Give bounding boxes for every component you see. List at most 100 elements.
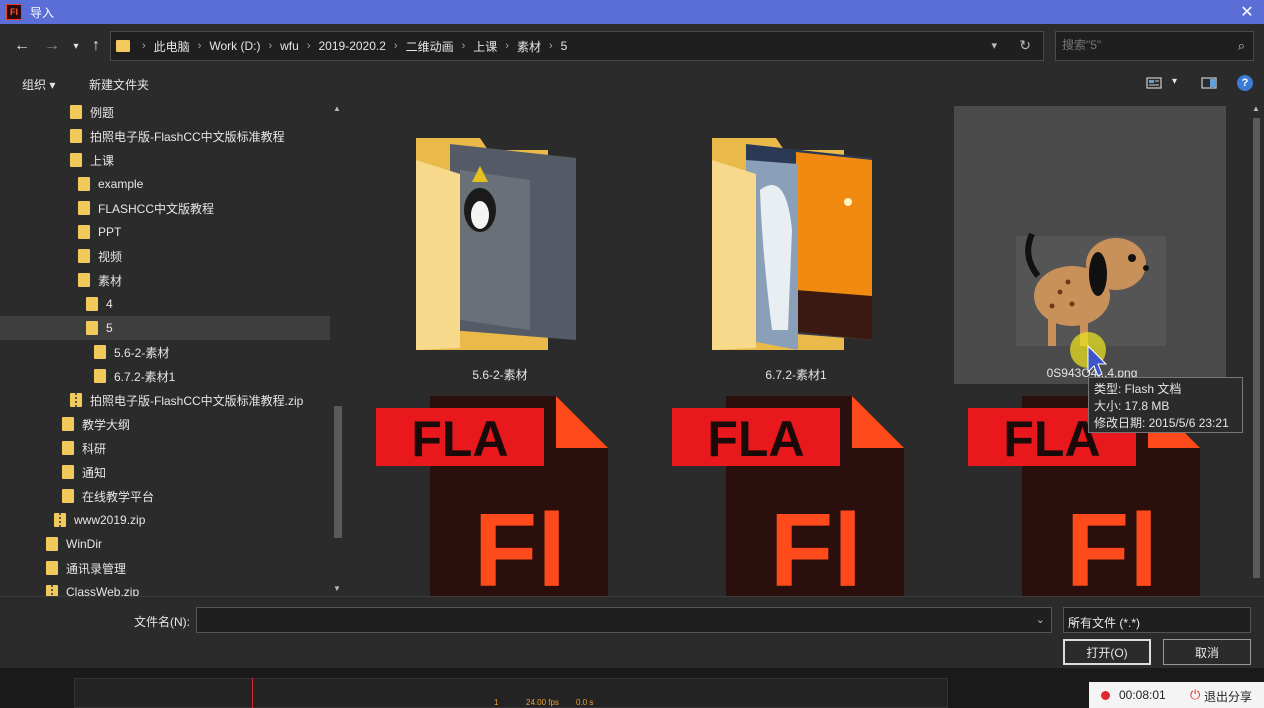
nav-tree-item[interactable]: 在线教学平台 bbox=[0, 484, 330, 508]
back-button[interactable]: ← bbox=[12, 36, 32, 56]
timeline-panel bbox=[74, 678, 948, 708]
organize-button[interactable]: 组织 ▾ bbox=[22, 76, 55, 93]
nav-tree-item[interactable]: www2019.zip bbox=[0, 508, 330, 532]
chevron-down-icon: ⌄ bbox=[1068, 614, 1079, 628]
nav-scroll-thumb[interactable] bbox=[334, 406, 342, 538]
chevron-right-icon[interactable]: › bbox=[142, 40, 146, 52]
file-tile[interactable]: FLA Fl bbox=[376, 396, 616, 596]
close-button[interactable]: ✕ bbox=[1230, 0, 1264, 24]
nav-tree-item[interactable]: 上课 bbox=[0, 148, 330, 172]
address-bar[interactable]: › 此电脑 › Work (D:) › wfu › 2019-2020.2 › 二维动画 › 上课 › 素… bbox=[110, 31, 1044, 61]
nav-tree-label: 6.7.2-素材1 bbox=[114, 369, 176, 384]
nav-tree-label: 教学大纲 bbox=[82, 417, 131, 432]
navigation-pane[interactable]: 例题拍照电子版-FlashCC中文版标准教程 上课 example FLASHCC中文… bbox=[0, 100, 346, 596]
nav-tree-item[interactable]: example bbox=[0, 172, 330, 196]
refresh-icon[interactable]: ↻ bbox=[1019, 37, 1031, 54]
nav-tree-item[interactable]: PPT bbox=[0, 220, 330, 244]
nav-tree-label: 4 bbox=[106, 297, 113, 311]
nav-tree-item[interactable]: FLASHCC中文版教程 bbox=[0, 196, 330, 220]
nav-tree-item[interactable]: 教学大纲 bbox=[0, 412, 330, 436]
search-box[interactable]: ⌕ bbox=[1055, 31, 1254, 61]
nav-tree-item[interactable]: 例题 bbox=[0, 100, 330, 124]
nav-tree-item[interactable]: 通知 bbox=[0, 460, 330, 484]
nav-tree-item[interactable]: WinDir bbox=[0, 532, 330, 556]
breadcrumb-item[interactable]: 此电脑 bbox=[154, 38, 190, 55]
file-tile[interactable]: 0S943O4...4.png bbox=[972, 106, 1212, 380]
breadcrumb-item[interactable]: 素材 bbox=[517, 38, 541, 55]
preview-pane-icon[interactable] bbox=[1201, 76, 1217, 90]
nav-tree-label: 通知 bbox=[82, 465, 107, 480]
view-mode-icon[interactable] bbox=[1146, 76, 1162, 90]
chevron-down-icon[interactable]: ▾ bbox=[991, 39, 997, 52]
nav-tree-item[interactable]: 5 bbox=[0, 316, 330, 340]
filetype-select[interactable]: 所有文件 (*.*) ⌄ bbox=[1063, 607, 1251, 633]
nav-tree-item[interactable]: 4 bbox=[0, 292, 330, 316]
nav-tree-item[interactable]: 视频 bbox=[0, 244, 330, 268]
nav-tree-item[interactable]: 5.6-2-素材 bbox=[0, 340, 330, 364]
chevron-right-icon[interactable]: › bbox=[307, 40, 311, 52]
forward-button[interactable]: → bbox=[42, 36, 62, 56]
content-scroll-thumb[interactable] bbox=[1253, 118, 1260, 578]
nav-tree-label: 上课 bbox=[90, 153, 115, 168]
help-icon[interactable]: ? bbox=[1237, 75, 1253, 91]
new-folder-button[interactable]: 新建文件夹 bbox=[89, 76, 149, 93]
breadcrumb-item[interactable]: 二维动画 bbox=[406, 38, 454, 55]
exit-share-button[interactable]: 退出分享 bbox=[1204, 688, 1252, 705]
nav-tree-item[interactable]: 拍照电子版-FlashCC中文版标准教程.zip bbox=[0, 388, 330, 412]
power-icon[interactable]: ⏻ bbox=[1190, 687, 1200, 703]
nav-tree-item[interactable]: 科研 bbox=[0, 436, 330, 460]
view-dropdown-icon[interactable]: ▾ bbox=[1172, 76, 1177, 87]
nav-tree-item[interactable]: 素材 bbox=[0, 268, 330, 292]
breadcrumb-item[interactable]: 5 bbox=[561, 39, 568, 53]
file-tile[interactable]: 5.6-2-素材 bbox=[380, 130, 620, 390]
chevron-right-icon[interactable]: › bbox=[505, 40, 509, 52]
chevron-right-icon[interactable]: › bbox=[549, 40, 553, 52]
title-bar: Fl 导入 ✕ bbox=[0, 0, 1264, 24]
open-button[interactable]: 打开(O) bbox=[1063, 639, 1151, 665]
filename-input[interactable]: ⌄ bbox=[196, 607, 1052, 633]
fla-badge-text: FLA bbox=[411, 411, 508, 467]
recent-locations-button[interactable]: ▾ bbox=[66, 36, 86, 56]
nav-tree-label: 例题 bbox=[90, 105, 115, 120]
folder-thumbnail-icon bbox=[416, 138, 576, 350]
screen-recorder-bar: 00:08:01 ⏻ 退出分享 bbox=[1089, 682, 1264, 708]
up-button[interactable]: ↑ bbox=[86, 36, 106, 56]
nav-tree-item[interactable]: 拍照电子版-FlashCC中文版标准教程 bbox=[0, 124, 330, 148]
file-tile[interactable]: 6.7.2-素材1 bbox=[676, 130, 916, 390]
content-scrollbar[interactable]: ▲ bbox=[1248, 100, 1264, 596]
chevron-down-icon: ▾ bbox=[73, 40, 79, 52]
timeline-frame: 1 bbox=[494, 698, 499, 707]
close-icon: ✕ bbox=[1240, 4, 1254, 21]
scroll-up-icon[interactable]: ▲ bbox=[333, 104, 341, 113]
breadcrumb-item[interactable]: wfu bbox=[280, 39, 299, 53]
chevron-right-icon[interactable]: › bbox=[394, 40, 398, 52]
folder-icon bbox=[62, 489, 74, 503]
scroll-down-icon[interactable]: ▼ bbox=[333, 584, 341, 593]
file-list[interactable]: 5.6-2-素材 6.7.2-素材1 0S943O4...4.png FLA Fl FLA… bbox=[346, 100, 1248, 596]
search-input[interactable] bbox=[1062, 38, 1222, 52]
chevron-right-icon[interactable]: › bbox=[198, 40, 202, 52]
flash-app-icon: Fl bbox=[6, 4, 22, 20]
file-tile[interactable]: FLA Fl bbox=[672, 396, 912, 596]
fla-badge-text: FLA bbox=[707, 411, 804, 467]
fla-file-icon: FLA Fl bbox=[672, 396, 904, 596]
nav-tree-label: 拍照电子版-FlashCC中文版标准教程 bbox=[90, 129, 285, 144]
breadcrumb-item[interactable]: Work (D:) bbox=[209, 39, 260, 53]
image-thumbnail-icon bbox=[1016, 232, 1166, 346]
chevron-right-icon[interactable]: › bbox=[462, 40, 466, 52]
cancel-button[interactable]: 取消 bbox=[1163, 639, 1251, 665]
nav-tree-label: www2019.zip bbox=[74, 513, 146, 527]
folder-icon bbox=[70, 105, 82, 119]
folder-thumbnail-icon bbox=[712, 138, 872, 350]
nav-tree-label: WinDir bbox=[66, 537, 102, 551]
nav-tree-item[interactable]: ClassWeb.zip bbox=[0, 580, 330, 596]
chevron-down-icon[interactable]: ⌄ bbox=[1036, 613, 1045, 626]
scroll-up-icon[interactable]: ▲ bbox=[1252, 104, 1260, 113]
chevron-right-icon[interactable]: › bbox=[268, 40, 272, 52]
nav-scrollbar[interactable]: ▲ ▼ bbox=[330, 100, 346, 596]
breadcrumb-item[interactable]: 2019-2020.2 bbox=[319, 39, 386, 53]
nav-tree-item[interactable]: 6.7.2-素材1 bbox=[0, 364, 330, 388]
nav-tree-item[interactable]: 通讯录管理 bbox=[0, 556, 330, 580]
file-tooltip: 类型: Flash 文档 大小: 17.8 MB 修改日期: 2015/5/6 … bbox=[1088, 377, 1243, 433]
breadcrumb-item[interactable]: 上课 bbox=[473, 38, 497, 55]
